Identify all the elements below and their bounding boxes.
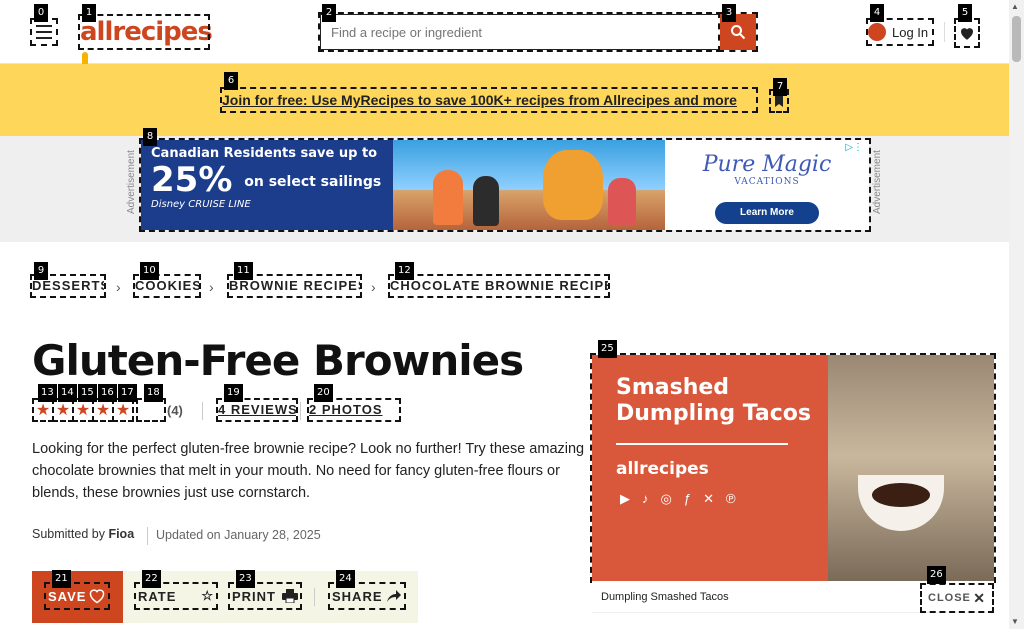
rating-count: (4) bbox=[167, 403, 183, 418]
close-video-button[interactable]: CLOSE ✕ bbox=[920, 583, 994, 613]
heart-icon bbox=[89, 589, 105, 604]
ad-percent: 25% bbox=[151, 160, 233, 200]
breadcrumb-chocolate-brownie-recipes[interactable]: CHOCOLATE BROWNIE RECIPES bbox=[388, 274, 610, 298]
logo-text: allrecipes bbox=[80, 17, 213, 47]
description-line: chocolate brownies that melt in your mou… bbox=[32, 463, 560, 479]
video-brand: allrecipes bbox=[616, 459, 709, 479]
video-title-line: Smashed bbox=[616, 375, 730, 400]
ad-headline: Canadian Residents save up to bbox=[151, 146, 378, 161]
photos-link[interactable]: 2 PHOTOS bbox=[307, 398, 401, 422]
ad-banner[interactable]: Canadian Residents save up to 25% on sel… bbox=[139, 138, 871, 232]
video-player[interactable]: Smashed Dumpling Tacos allrecipes ▶ ♪ ◎ ƒ… bbox=[590, 353, 996, 583]
printer-icon bbox=[282, 589, 298, 603]
search-icon bbox=[731, 25, 746, 40]
facebook-icon: ƒ bbox=[683, 491, 692, 506]
ad-brand-left: Disney CRUISE LINE bbox=[151, 199, 251, 210]
ad-right-panel: ▷⋮ Pure Magic VACATIONS Learn More bbox=[665, 140, 869, 230]
submitted-by: Submitted by Fioa bbox=[32, 527, 135, 541]
share-icon bbox=[387, 590, 401, 602]
video-frame bbox=[828, 355, 994, 581]
chevron-right-icon: › bbox=[209, 279, 214, 295]
scroll-down-icon[interactable]: ▼ bbox=[1011, 617, 1019, 626]
star-icon[interactable]: ★ bbox=[72, 398, 94, 422]
chevron-right-icon: › bbox=[116, 279, 121, 295]
ad-left-panel: Canadian Residents save up to 25% on sel… bbox=[141, 140, 393, 230]
star-icon[interactable]: ★ bbox=[92, 398, 114, 422]
site-logo[interactable]: allrecipes bbox=[78, 14, 213, 74]
ad-percent-suffix: on select sailings bbox=[244, 173, 382, 190]
heart-icon bbox=[961, 28, 973, 40]
saved-recipes-button[interactable] bbox=[954, 18, 980, 48]
reviews-link[interactable]: 4 REVIEWS bbox=[216, 398, 298, 422]
youtube-icon: ▶ bbox=[620, 491, 630, 506]
star-icon[interactable]: ★ bbox=[32, 398, 54, 422]
scroll-up-icon[interactable]: ▲ bbox=[1011, 2, 1019, 11]
scrollbar[interactable] bbox=[1009, 0, 1024, 629]
scrollbar-thumb[interactable] bbox=[1012, 16, 1021, 62]
login-button[interactable]: Log In bbox=[866, 18, 934, 46]
menu-icon[interactable] bbox=[30, 18, 58, 46]
search-input[interactable] bbox=[318, 12, 722, 52]
ad-label-left: Advertisement bbox=[126, 150, 137, 214]
description-line: Looking for the perfect gluten-free brow… bbox=[32, 441, 585, 457]
ad-brand-right-sub: VACATIONS bbox=[734, 177, 800, 187]
adchoices-icon[interactable]: ▷⋮ bbox=[845, 142, 863, 153]
ad-image bbox=[393, 140, 665, 230]
chevron-right-icon: › bbox=[371, 279, 376, 295]
star-outline-icon: ☆ bbox=[201, 588, 214, 603]
user-icon bbox=[868, 23, 886, 41]
recipe-description: Looking for the perfect gluten-free brow… bbox=[32, 438, 592, 504]
ad-label-right: Advertisement bbox=[872, 150, 883, 214]
page-title: Gluten-Free Brownies bbox=[32, 336, 524, 385]
pinterest-icon: ℗ bbox=[725, 491, 736, 506]
star-half-icon[interactable]: ★ bbox=[112, 398, 134, 422]
video-title-line: Dumpling Tacos bbox=[616, 401, 812, 426]
promo-link[interactable]: Join for free: Use MyRecipes to save 100… bbox=[220, 87, 758, 113]
ad-brand-right: Pure Magic bbox=[702, 152, 832, 177]
close-icon: ✕ bbox=[973, 589, 986, 606]
instagram-icon: ◎ bbox=[660, 491, 672, 506]
rate-link[interactable] bbox=[136, 398, 166, 422]
login-label: Log In bbox=[892, 24, 929, 40]
author-link[interactable]: Fioa bbox=[108, 527, 134, 541]
updated-date: Updated on January 28, 2025 bbox=[156, 528, 321, 542]
tiktok-icon: ♪ bbox=[642, 491, 649, 506]
star-icon[interactable]: ★ bbox=[52, 398, 74, 422]
description-line: blends, these brownies just use cornstar… bbox=[32, 485, 311, 501]
x-icon: ✕ bbox=[703, 491, 714, 506]
ad-cta-button[interactable]: Learn More bbox=[715, 202, 819, 224]
